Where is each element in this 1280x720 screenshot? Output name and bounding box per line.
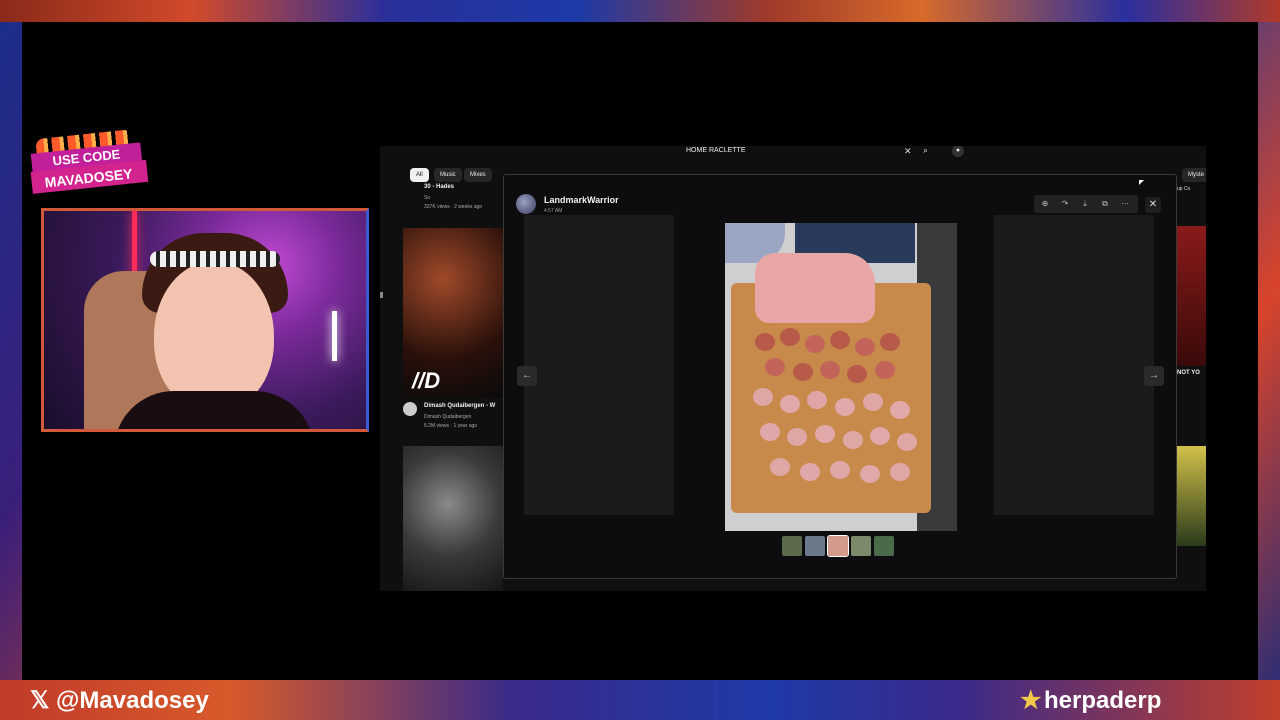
avatar[interactable] xyxy=(516,194,536,214)
image-viewer-modal: LandmarkWarrior 4:57 AM ⊕ ↷ ⤓ ⧉ ⋯ ✕ ← → xyxy=(503,174,1177,579)
video-title[interactable]: NOT YO xyxy=(1177,370,1200,376)
video-channel: Dimash Qudaibergen xyxy=(424,414,472,420)
forward-icon[interactable]: ↷ xyxy=(1058,197,1072,211)
video-thumbnail[interactable] xyxy=(1177,446,1206,546)
more-icon[interactable]: ⋯ xyxy=(1118,197,1132,211)
channel-logo-icon: //D xyxy=(412,368,441,393)
zoom-in-icon[interactable]: ⊕ xyxy=(1038,197,1052,211)
thumbnail-active[interactable] xyxy=(827,535,849,557)
video-meta: 5.2M views · 1 year ago xyxy=(424,423,478,429)
video-channel: So xyxy=(424,195,431,201)
thumbnail[interactable] xyxy=(782,536,802,556)
author-name[interactable]: LandmarkWarrior xyxy=(544,195,619,205)
streamer-name: ★ herpaderp xyxy=(1020,687,1162,714)
open-external-icon[interactable]: ⧉ xyxy=(1098,197,1112,211)
arrow-left-icon[interactable]: ← xyxy=(517,366,537,386)
chip-mixes[interactable]: Mixes xyxy=(464,168,492,182)
mouse-cursor xyxy=(1139,180,1144,185)
mic-icon[interactable]: ● xyxy=(952,146,964,157)
message-time: 4:57 AM xyxy=(544,208,563,214)
webcam-feed xyxy=(41,208,369,432)
video-thumbnail[interactable] xyxy=(403,446,503,591)
thumbnail[interactable] xyxy=(805,536,825,556)
thumbnail[interactable] xyxy=(851,536,871,556)
video-meta: 337K views · 2 weeks ago xyxy=(424,204,483,210)
chip-all[interactable]: All xyxy=(410,168,429,182)
thumbnail[interactable] xyxy=(874,536,894,556)
x-handle: 𝕏 @Mavadosey xyxy=(30,687,209,714)
chip-music[interactable]: Music xyxy=(434,168,462,182)
avatar[interactable] xyxy=(403,402,417,416)
x-logo-icon: 𝕏 xyxy=(30,687,50,714)
search-input[interactable]: HOME RACLETTE xyxy=(686,147,746,154)
clear-search-icon[interactable]: ✕ xyxy=(904,146,912,157)
arrow-right-icon[interactable]: → xyxy=(1144,366,1164,386)
video-title: up Co xyxy=(1177,186,1191,192)
scrollbar[interactable] xyxy=(380,292,383,298)
promo-code-badge: USE CODE MAVADOSEY xyxy=(25,128,149,198)
video-title[interactable]: Dimash Qudaibergen - W xyxy=(424,403,495,409)
download-icon[interactable]: ⤓ xyxy=(1078,197,1092,211)
thumbnail-strip xyxy=(782,535,898,558)
viewer-image xyxy=(725,223,957,531)
video-title[interactable]: 30 - Hades xyxy=(424,184,454,190)
chip-myste[interactable]: Myste xyxy=(1182,168,1206,182)
video-thumbnail[interactable] xyxy=(1177,226,1206,366)
close-icon[interactable]: ✕ xyxy=(1145,197,1161,213)
overlay-top-frame xyxy=(0,0,1280,22)
star-icon: ★ xyxy=(1020,687,1042,714)
search-icon[interactable]: ⌕ xyxy=(923,146,928,156)
